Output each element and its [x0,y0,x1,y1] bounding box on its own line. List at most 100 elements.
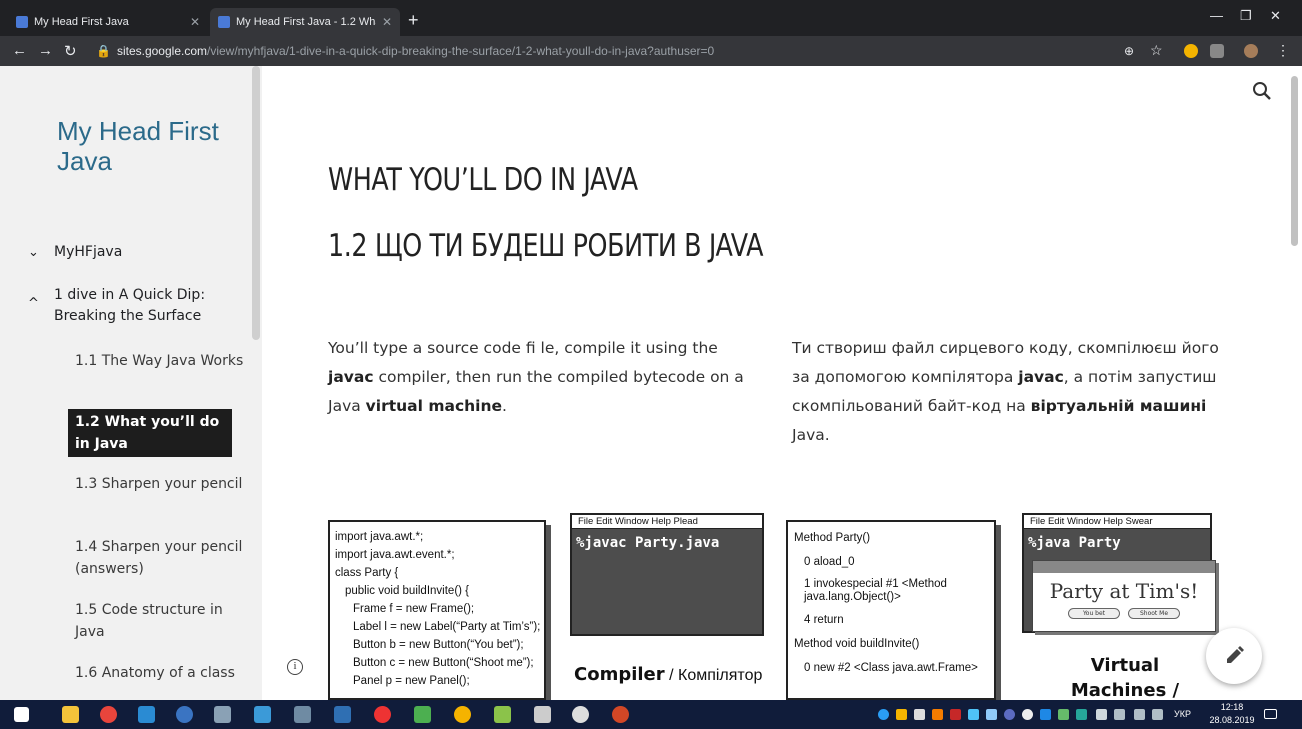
volume-icon[interactable] [1152,709,1163,720]
scrollbar-thumb[interactable] [1291,76,1298,246]
network-icon[interactable] [1134,709,1145,720]
file-explorer-icon[interactable] [62,706,79,723]
tray-icon[interactable] [1022,709,1033,720]
bold-text: віртуальній машині [1030,397,1207,415]
tray-icon[interactable] [968,709,979,720]
clock-time[interactable]: 12:18 [1212,702,1252,712]
save-icon[interactable] [334,706,351,723]
nav-item-label: MyHFjava [54,244,123,260]
sidebar-scrollbar[interactable] [252,66,260,340]
app-icon[interactable] [176,706,193,723]
nav-item-1-2-active[interactable]: 1.2 What you’ll do in Java [68,409,232,457]
app-icon[interactable] [414,706,431,723]
tray-icon[interactable] [1076,709,1087,720]
reload-icon[interactable]: ↻ [64,42,77,60]
nav-item-1-4[interactable]: 1.4 Sharpen your pencil (answers) [75,536,245,580]
tray-icon[interactable] [950,709,961,720]
nav-item-1-1[interactable]: 1.1 The Way Java Works [75,350,245,372]
bytecode-line: 0 new #2 <Class java.awt.Frame> [804,662,978,674]
terminal-command: %java Party [1028,535,1121,551]
zoom-icon[interactable]: ⊕ [1124,44,1134,58]
caption-bold: Virtual Machines / [1070,655,1180,701]
chrome-icon[interactable] [100,706,117,723]
page-scrollbar[interactable] [1288,66,1302,700]
bold-text: javac [1018,368,1064,386]
extension-icon[interactable] [1210,44,1224,58]
tray-icon[interactable] [914,709,925,720]
text: . [502,397,507,415]
browser-tab-strip: My Head First Java ✕ My Head First Java … [0,0,1302,36]
menu-kebab-icon[interactable]: ⋮ [1276,42,1290,59]
browser-toolbar: ← → ↻ 🔒 sites.google.com/view/myhfjava/1-… [0,36,1302,66]
code-line: import java.awt.*; [335,531,424,543]
bytecode-line: 4 return [804,614,844,626]
windows-taskbar: УКР 12:18 28.08.2019 [0,700,1302,729]
terminal-menubar: File Edit Window Help Plead [572,515,762,529]
app-icon[interactable] [454,706,471,723]
edit-button[interactable] [1206,628,1262,684]
browser-tab-2[interactable]: My Head First Java - 1.2 What yo ✕ [210,8,400,36]
close-tab-icon[interactable]: ✕ [190,15,200,29]
bytecode-line: Method Party() [794,532,871,544]
new-tab-button[interactable]: + [408,10,419,31]
code-line: import java.awt.event.*; [335,549,455,561]
app-icon[interactable] [138,706,155,723]
extension-icon[interactable] [1184,44,1198,58]
tray-icon[interactable] [986,709,997,720]
address-bar[interactable]: 🔒 sites.google.com/view/myhfjava/1-dive-i… [96,41,1196,61]
tray-icon[interactable] [878,709,889,720]
info-icon[interactable]: i [287,659,303,675]
bluetooth-icon[interactable] [1040,709,1051,720]
back-icon[interactable]: ← [12,42,27,59]
browser-tab-1[interactable]: My Head First Java ✕ [8,8,208,36]
close-window-icon[interactable]: ✕ [1270,8,1281,24]
settings-gear-icon[interactable] [572,706,589,723]
sidebar: My Head First Java ⌄ MyHFjava ^ 1 dive i… [0,66,262,700]
site-favicon-icon [218,16,230,28]
paragraph-english: You’ll type a source code ﬁ le, compile … [328,334,748,421]
battery-icon[interactable] [1114,709,1125,720]
app-icon[interactable] [494,706,511,723]
bytecode-line: Method void buildInvite() [794,638,920,650]
compiler-caption: Compiler / Компілятор [574,664,762,685]
party-label: Party at Tim's! [1049,579,1199,603]
profile-avatar[interactable] [1244,44,1258,58]
notifications-icon[interactable] [1264,709,1277,719]
code-line: Frame f = new Frame(); [353,603,475,615]
restore-icon[interactable]: ❐ [1240,8,1252,24]
search-icon[interactable] [1251,80,1275,104]
site-title[interactable]: My Head First Java [57,116,237,176]
powerpoint-icon[interactable] [612,706,629,723]
forward-icon[interactable]: → [38,42,53,59]
bookmark-star-icon[interactable]: ☆ [1150,42,1163,59]
nav-item-1-5[interactable]: 1.5 Code structure in Java [75,599,245,643]
tray-icon[interactable] [1004,709,1015,720]
minimize-icon[interactable]: — [1210,8,1223,23]
nav-item-1-6[interactable]: 1.6 Anatomy of a class [75,662,245,684]
tray-icon[interactable] [896,709,907,720]
close-tab-icon[interactable]: ✕ [382,15,392,29]
app-icon[interactable] [294,706,311,723]
chevron-down-icon[interactable]: ⌄ [28,242,39,263]
url-path: /view/myhfjava/1-dive-in-a-quick-dip-bre… [207,44,715,58]
chevron-up-icon[interactable]: ^ [28,293,39,314]
clock-date[interactable]: 28.08.2019 [1206,715,1258,725]
vm-caption: Virtual Machines / [1070,654,1180,704]
window-titlebar [1033,561,1215,573]
tray-icon[interactable] [932,709,943,720]
nav-item-1-3[interactable]: 1.3 Sharpen your pencil [75,473,245,495]
keyboard-language[interactable]: УКР [1174,709,1191,719]
text: Java. [792,426,830,444]
app-icon[interactable] [254,706,271,723]
terminal-command: %javac Party.java [576,535,720,551]
tray-icon[interactable] [1058,709,1069,720]
app-icon[interactable] [214,706,231,723]
code-line: Label l = new Label(“Party at Tim’s”); [353,621,541,633]
bytecode-line: 1 invokespecial #1 <Method java.lang.Obj… [804,578,947,603]
code-line: Button c = new Button(“Shoot me”); [353,657,534,669]
tray-icon[interactable] [1096,709,1107,720]
compiler-terminal-figure: File Edit Window Help Plead %javac Party… [570,513,764,636]
windows-start-icon[interactable] [14,707,29,722]
record-icon[interactable] [374,706,391,723]
calculator-icon[interactable] [534,706,551,723]
